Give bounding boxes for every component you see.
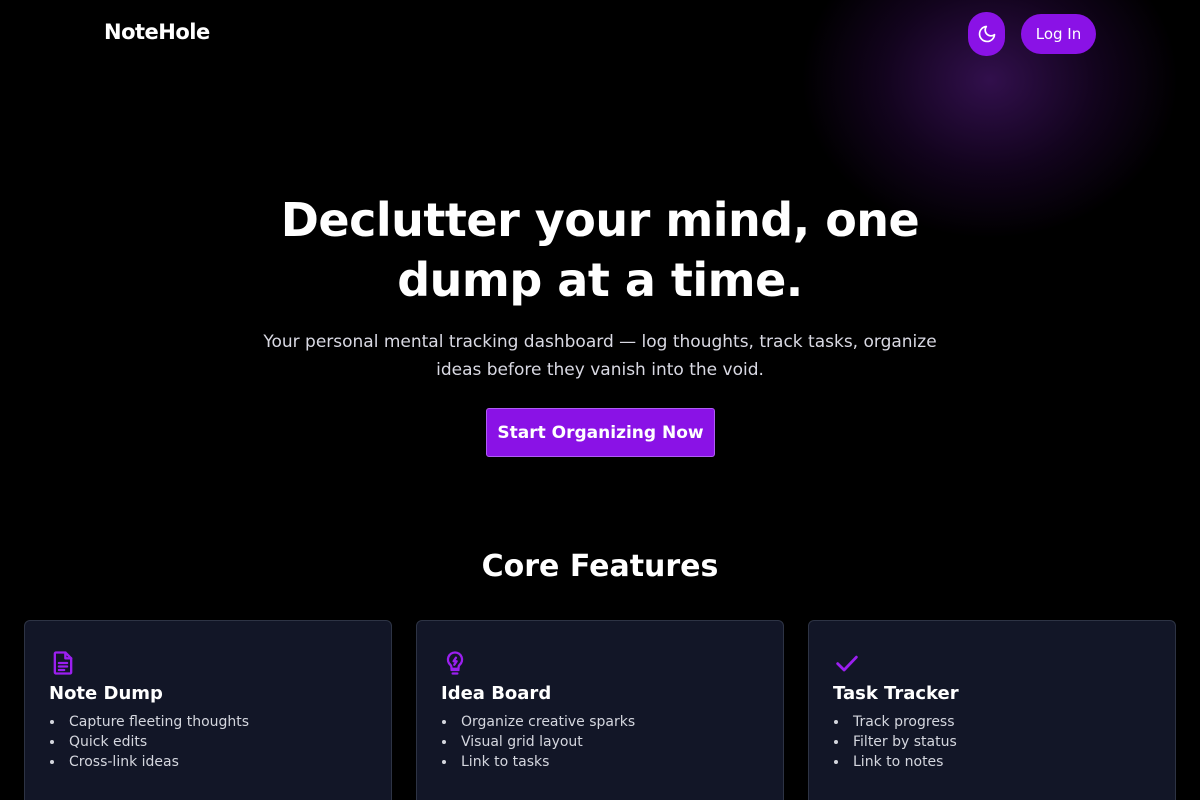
list-item: Visual grid layout xyxy=(441,732,759,752)
feature-card-title: Note Dump xyxy=(49,683,163,704)
list-item: Link to tasks xyxy=(441,752,759,772)
document-icon xyxy=(53,651,73,675)
feature-list: Organize creative sparks Visual grid lay… xyxy=(441,712,759,772)
hero-subtitle: Your personal mental tracking dashboard … xyxy=(263,332,937,380)
list-item: Track progress xyxy=(833,712,1151,732)
feature-list: Capture fleeting thoughts Quick edits Cr… xyxy=(49,712,367,772)
feature-card-title: Idea Board xyxy=(441,683,552,704)
moon-icon xyxy=(978,25,995,43)
feature-list: Track progress Filter by status Link to … xyxy=(833,712,1151,772)
site-header: NoteHole Log In xyxy=(0,0,1200,68)
theme-toggle-button[interactable] xyxy=(968,12,1005,56)
list-item: Filter by status xyxy=(833,732,1151,752)
feature-card-idea-board: Idea Board Organize creative sparks Visu… xyxy=(416,620,784,800)
list-item: Cross-link ideas xyxy=(49,752,367,772)
feature-card-note-dump: Note Dump Capture fleeting thoughts Quic… xyxy=(24,620,392,800)
list-item: Quick edits xyxy=(49,732,367,752)
list-item: Link to notes xyxy=(833,752,1151,772)
hero-title: Declutter your mind, one dump at a time. xyxy=(280,193,920,307)
start-organizing-button[interactable]: Start Organizing Now xyxy=(486,408,715,457)
brand-logo[interactable]: NoteHole xyxy=(104,20,210,44)
feature-card-task-tracker: Task Tracker Track progress Filter by st… xyxy=(808,620,1176,800)
features-heading: Core Features xyxy=(481,549,719,584)
list-item: Capture fleeting thoughts xyxy=(49,712,367,732)
list-item: Organize creative sparks xyxy=(441,712,759,732)
feature-card-title: Task Tracker xyxy=(833,683,959,704)
lightbulb-icon xyxy=(446,651,464,675)
checkmark-icon xyxy=(836,655,858,672)
login-button[interactable]: Log In xyxy=(1021,14,1096,54)
